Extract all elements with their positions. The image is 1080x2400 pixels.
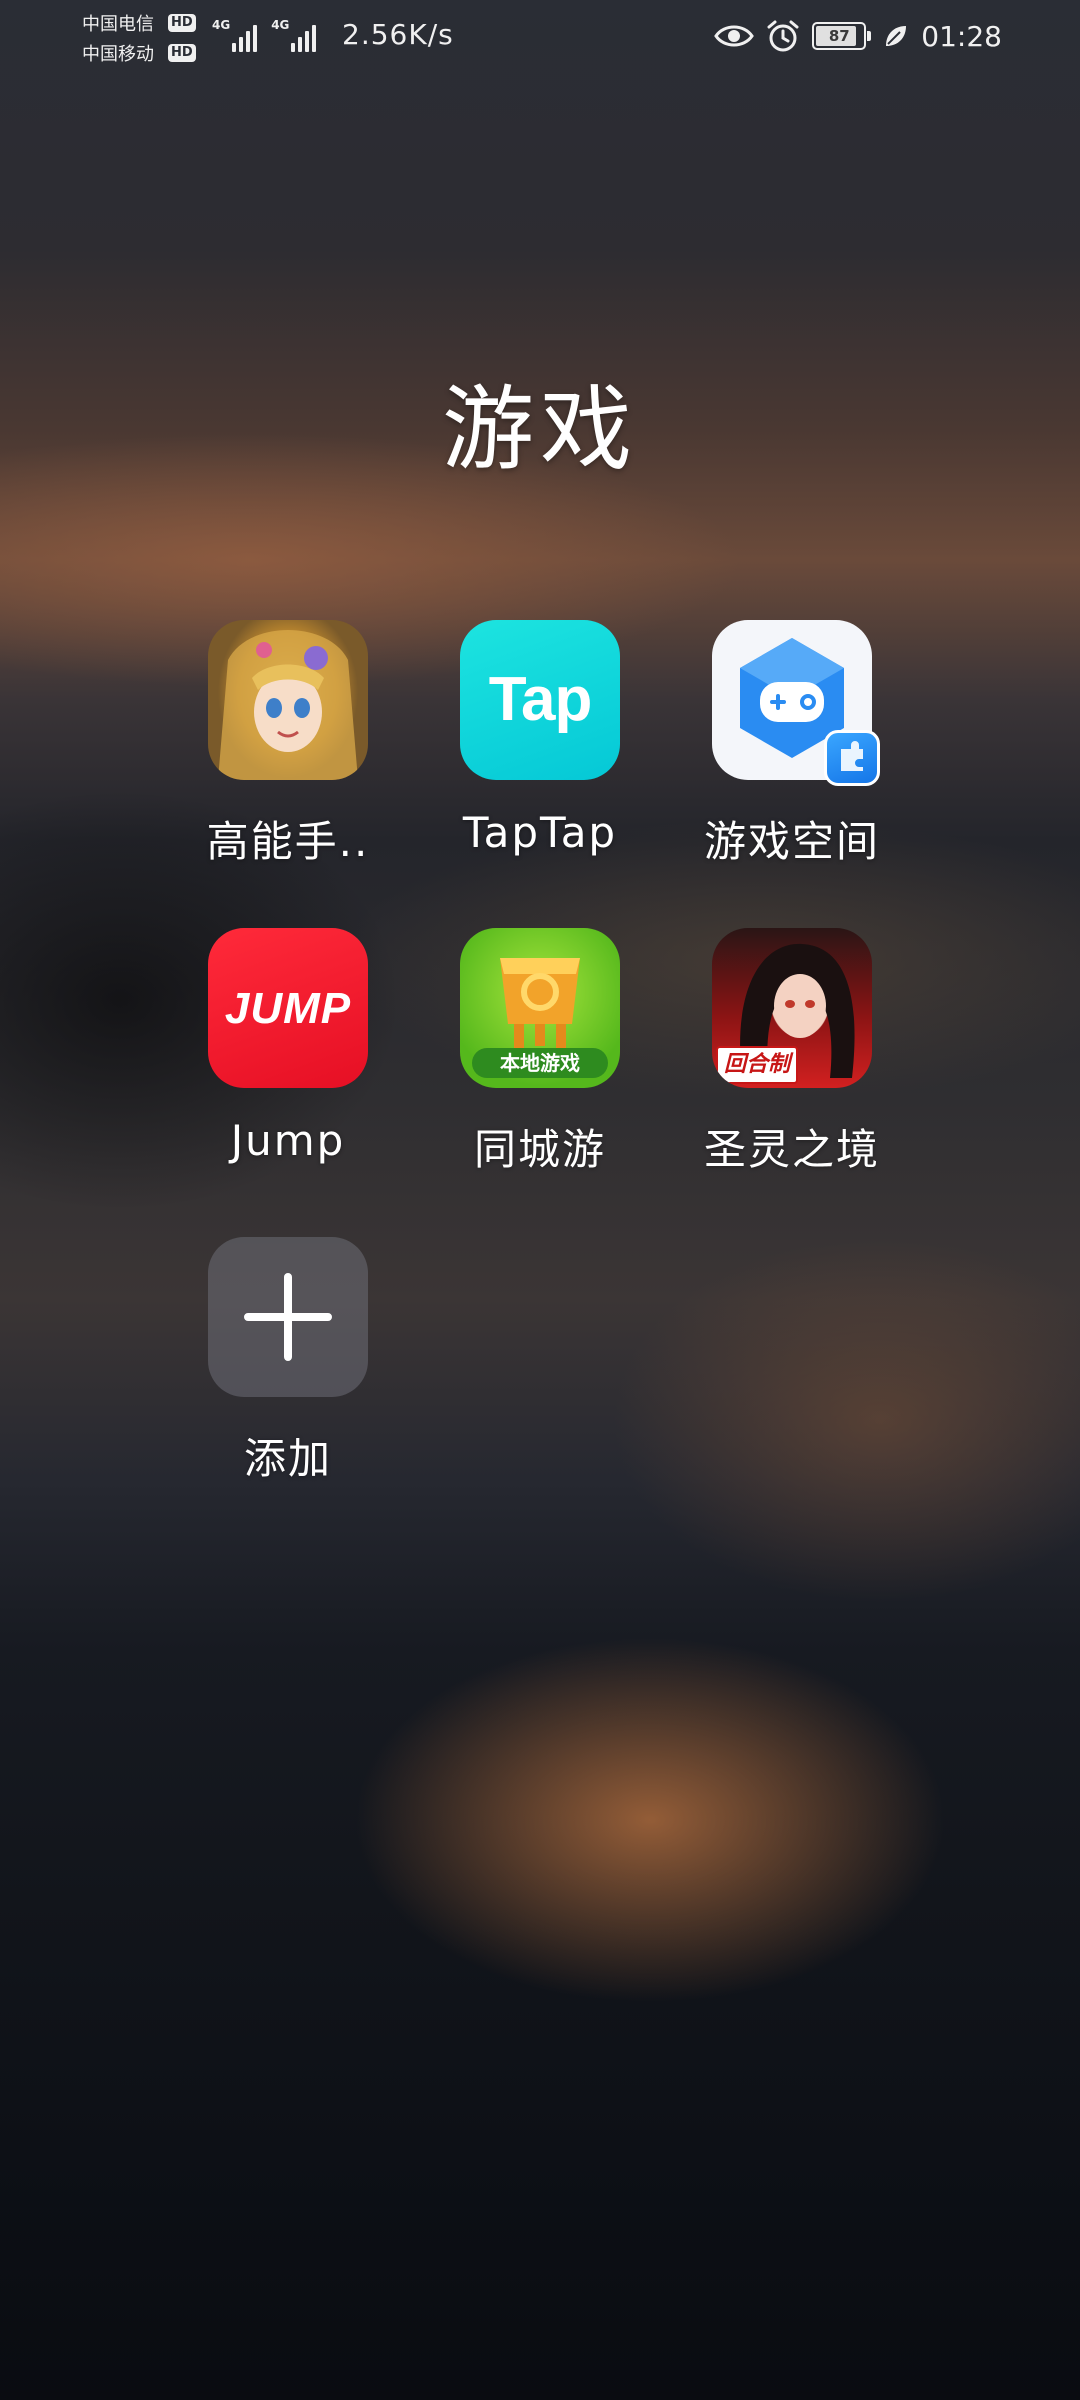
add-app-button[interactable]: 添加: [162, 1237, 414, 1497]
local-games-badge: 本地游戏: [472, 1048, 608, 1078]
app-taptap[interactable]: Tap TapTap: [414, 620, 666, 880]
status-bar: 中国电信 HD 中国移动 HD 4G 4G 2.56K/s 87 01:28: [0, 0, 1080, 72]
anime-girl-game-icon[interactable]: [208, 620, 368, 780]
app-gaoneng[interactable]: 高能手..: [162, 620, 414, 880]
puzzle-badge-icon: [824, 730, 880, 786]
taptap-icon[interactable]: Tap: [460, 620, 620, 780]
hd-badge: HD: [168, 14, 196, 32]
folder-title[interactable]: 游戏: [0, 355, 1080, 488]
carrier-row: 中国电信 HD: [82, 8, 212, 38]
eye-icon: [714, 22, 755, 50]
app-label: 高能手..: [206, 817, 370, 866]
signal-bars: [232, 22, 258, 52]
taptap-logo-text: Tap: [488, 665, 593, 734]
network-type: 4G: [212, 18, 231, 32]
app-shenglingzhijing[interactable]: 回合制 圣灵之境: [666, 928, 918, 1188]
app-game-space[interactable]: 游戏空间: [666, 620, 918, 880]
carrier-name: 中国电信: [82, 14, 154, 35]
add-icon[interactable]: [208, 1237, 368, 1397]
clock: 01:28: [921, 19, 1002, 53]
app-label: 游戏空间: [703, 817, 880, 866]
app-label: TapTap: [462, 808, 618, 857]
hd-badge: HD: [168, 44, 196, 62]
signal-indicators: 4G 4G: [212, 18, 317, 52]
signal-bars: [291, 22, 317, 52]
app-label: 同城游: [473, 1125, 606, 1174]
alarm-icon: [766, 19, 800, 53]
network-type: 4G: [271, 18, 290, 32]
turn-based-badge: 回合制: [716, 1046, 799, 1084]
carrier-row: 中国移动 HD: [82, 38, 212, 68]
network-speed: 2.56K/s: [342, 18, 454, 51]
battery-icon: 87: [812, 22, 872, 50]
app-label: 圣灵之境: [703, 1125, 880, 1174]
signal-strength-icon: 4G: [212, 18, 258, 52]
leaf-icon: [883, 23, 909, 49]
carrier-info: 中国电信 HD 中国移动 HD: [82, 8, 212, 68]
jump-logo-text: JUMP: [224, 984, 352, 1033]
local-games-icon[interactable]: 本地游戏: [460, 928, 620, 1088]
jump-icon[interactable]: JUMP: [208, 928, 368, 1088]
battery-level: 87: [828, 27, 850, 45]
app-label: 添加: [243, 1434, 332, 1483]
app-label: Jump: [230, 1116, 346, 1165]
carrier-name: 中国移动: [82, 44, 154, 65]
status-icons: 87 01:28: [714, 16, 1002, 56]
app-jump[interactable]: JUMP Jump: [162, 928, 414, 1188]
game-space-icon[interactable]: [712, 620, 880, 786]
app-tongchengyou[interactable]: 本地游戏 同城游: [414, 928, 666, 1188]
signal-strength-icon: 4G: [271, 18, 317, 52]
saga-game-icon[interactable]: 回合制: [712, 928, 872, 1088]
